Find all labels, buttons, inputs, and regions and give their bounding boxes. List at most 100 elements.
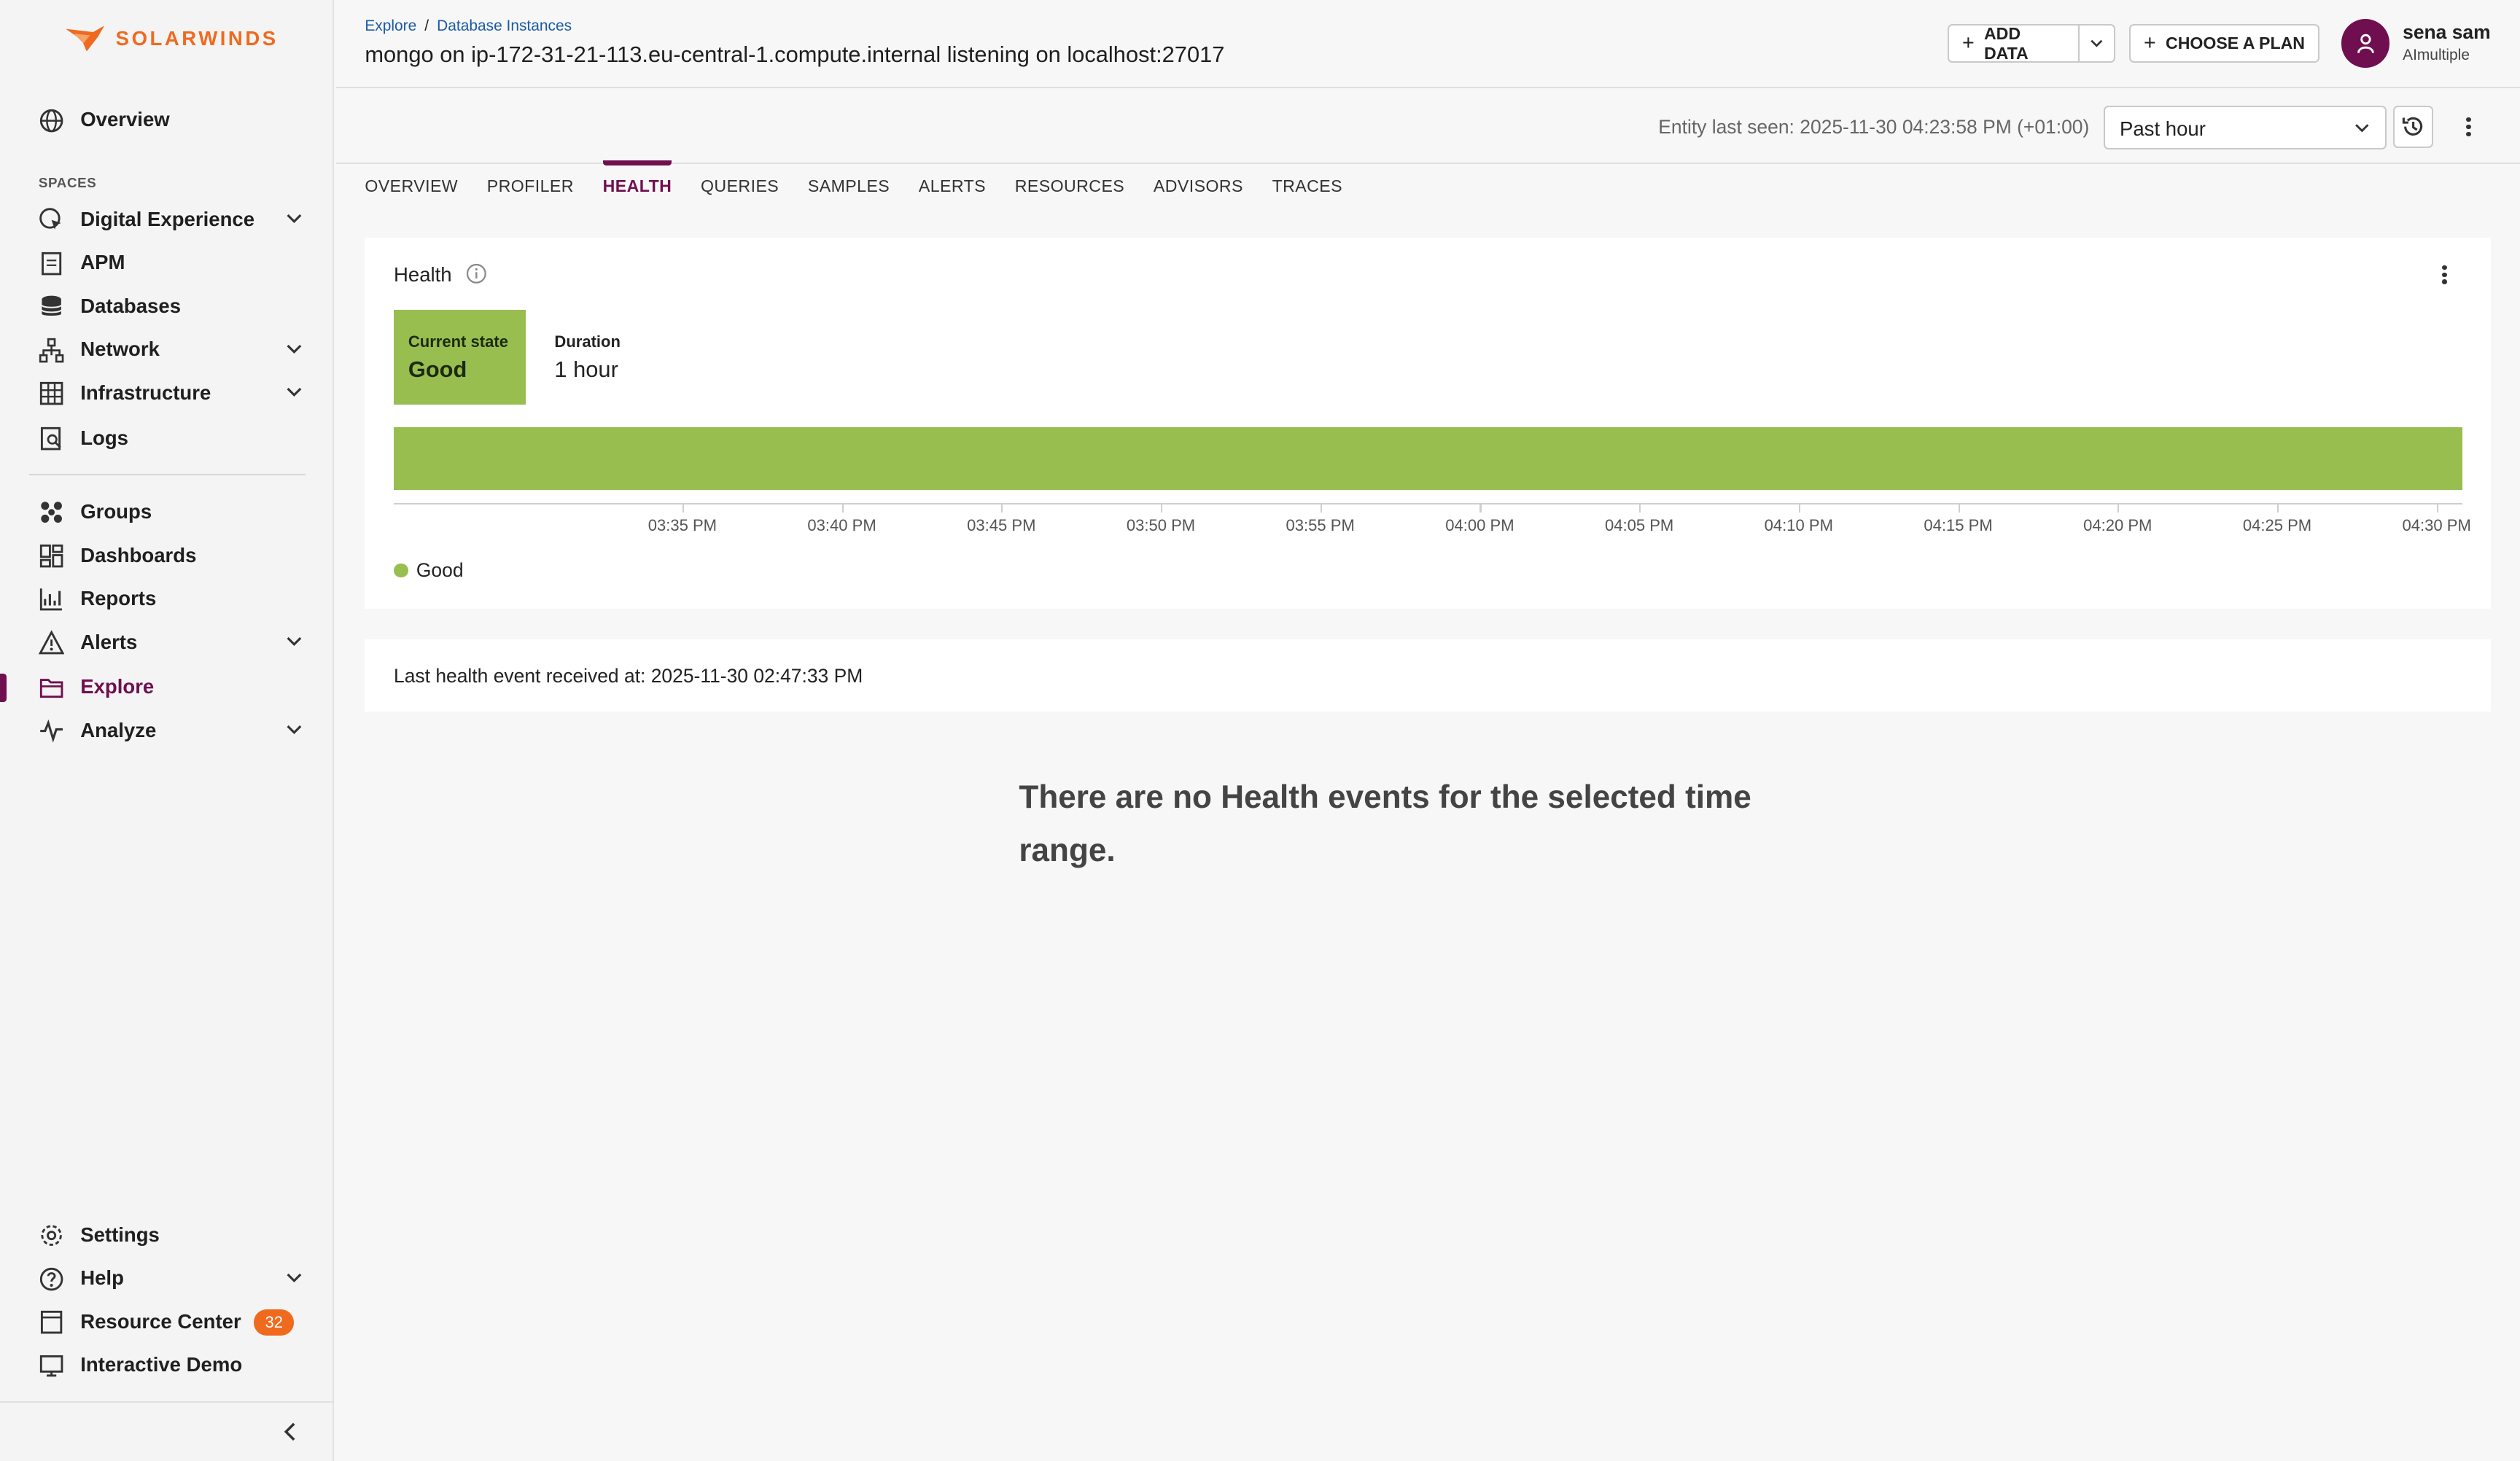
x-axis-tick-label: 03:40 PM <box>807 515 876 534</box>
breadcrumb-separator: / <box>424 17 429 35</box>
tab-samples[interactable]: SAMPLES <box>808 164 890 209</box>
user-icon <box>2357 34 2374 54</box>
history-icon <box>2402 117 2422 136</box>
sidebar-item-network[interactable]: Network <box>0 328 334 372</box>
sidebar-item-resource-center[interactable]: Resource Center 32 <box>0 1300 334 1344</box>
current-state-box: Current state Good <box>394 310 526 405</box>
tab-queries[interactable]: QUERIES <box>701 164 779 209</box>
x-axis-tick <box>1160 502 1163 513</box>
x-axis-tick <box>1479 502 1482 513</box>
book-icon <box>40 1311 63 1334</box>
duration-label: Duration <box>554 332 621 351</box>
sidebar: SOLARWINDS Overview SPACES Digital Exper… <box>0 0 335 1461</box>
tab-health[interactable]: HEALTH <box>602 160 672 209</box>
x-axis-tick <box>2436 502 2438 513</box>
x-axis-tick-label: 04:15 PM <box>1924 515 1993 534</box>
tab-traces[interactable]: TRACES <box>1272 164 1342 209</box>
tab-resources[interactable]: RESOURCES <box>1015 164 1124 209</box>
current-state-value: Good <box>408 356 467 382</box>
sidebar-item-label: Databases <box>80 294 182 317</box>
pulse-icon <box>40 720 63 743</box>
add-data-dropdown-button[interactable] <box>2077 24 2115 63</box>
card-more-options-icon[interactable] <box>2433 263 2456 286</box>
chevron-down-icon <box>287 214 302 224</box>
x-axis-tick-label: 04:30 PM <box>2402 515 2471 534</box>
legend-label-good: Good <box>416 559 464 582</box>
sidebar-item-interactive-demo[interactable]: Interactive Demo <box>0 1344 334 1387</box>
time-history-button[interactable] <box>2392 106 2433 148</box>
tab-profiler[interactable]: PROFILER <box>487 164 574 209</box>
breadcrumb-database-instances-link[interactable]: Database Instances <box>437 17 572 35</box>
sidebar-item-label: Resource Center <box>80 1309 241 1333</box>
user-organization: AImultiple <box>2403 46 2470 63</box>
avatar <box>2341 19 2390 68</box>
sidebar-item-databases[interactable]: Databases <box>0 284 334 328</box>
last-health-event-text: Last health event received at: 2025-11-3… <box>394 665 863 687</box>
time-range-select[interactable]: Past hour <box>2104 106 2387 149</box>
database-icon <box>41 295 62 316</box>
time-range-value: Past hour <box>2119 117 2206 140</box>
notification-badge: 32 <box>254 1309 295 1336</box>
x-axis-tick-label: 03:50 PM <box>1126 515 1196 534</box>
x-axis-tick-label: 04:25 PM <box>2242 515 2312 534</box>
duration-block: Duration 1 hour <box>554 332 621 383</box>
chevron-down-icon <box>287 636 302 647</box>
duration-value: 1 hour <box>554 356 618 382</box>
page-header: Explore / Database Instances mongo on ip… <box>335 0 2520 89</box>
chart-icon <box>39 588 62 611</box>
more-options-icon[interactable] <box>2457 116 2480 139</box>
sidebar-item-overview[interactable]: Overview <box>0 98 334 141</box>
user-menu[interactable]: sena sam AImultiple <box>2341 19 2491 68</box>
tab-bar: OVERVIEW PROFILER HEALTH QUERIES SAMPLES… <box>365 160 1371 209</box>
x-axis-tick <box>1001 502 1003 513</box>
sidebar-item-infrastructure[interactable]: Infrastructure <box>0 371 334 415</box>
sidebar-item-label: Settings <box>80 1223 160 1246</box>
x-axis-tick-label: 03:45 PM <box>967 515 1036 534</box>
sidebar-item-label: Alerts <box>80 630 138 653</box>
choose-plan-button[interactable]: + CHOOSE A PLAN <box>2129 24 2319 63</box>
sidebar-item-help[interactable]: Help <box>0 1257 334 1301</box>
x-axis-tick <box>682 502 685 513</box>
sidebar-item-label: Network <box>80 338 160 361</box>
x-axis-tick <box>2118 502 2120 513</box>
globe-icon <box>39 109 63 133</box>
collapse-sidebar-icon[interactable] <box>276 1417 306 1446</box>
sidebar-item-apm[interactable]: APM <box>0 241 334 285</box>
sidebar-item-reports[interactable]: Reports <box>0 577 334 620</box>
legend-swatch-good <box>394 563 408 578</box>
sidebar-item-groups[interactable]: Groups <box>0 490 334 534</box>
sidebar-item-explore[interactable]: Explore <box>0 665 334 709</box>
chart-legend: Good <box>394 559 464 582</box>
sidebar-item-logs[interactable]: Logs <box>0 416 334 460</box>
sidebar-item-settings[interactable]: Settings <box>0 1213 334 1257</box>
plus-icon: + <box>1961 31 1975 55</box>
solarwinds-logo[interactable]: SOLARWINDS <box>64 24 279 53</box>
gear-icon <box>41 1225 62 1247</box>
spaces-section-label: SPACES <box>38 175 97 191</box>
health-bar-good[interactable] <box>394 427 2462 491</box>
sidebar-item-label: Infrastructure <box>80 381 211 404</box>
x-axis-tick-label: 04:05 PM <box>1604 515 1674 534</box>
tab-advisors[interactable]: ADVISORS <box>1154 164 1243 209</box>
x-axis-tick-label: 04:20 PM <box>2083 515 2152 534</box>
breadcrumb-explore-link[interactable]: Explore <box>365 17 416 35</box>
sidebar-item-label: Explore <box>80 675 155 698</box>
add-data-button[interactable]: + ADD DATA <box>1948 24 2080 63</box>
breadcrumb: Explore / Database Instances <box>365 17 572 35</box>
sidebar-item-label: Digital Experience <box>80 207 255 230</box>
x-axis-tick <box>1639 502 1641 513</box>
sidebar-item-label: Dashboards <box>80 543 197 566</box>
tab-overview[interactable]: OVERVIEW <box>365 164 458 209</box>
sidebar-item-alerts[interactable]: Alerts <box>0 620 334 664</box>
sidebar-item-dashboards[interactable]: Dashboards <box>0 534 334 577</box>
sidebar-item-analyze[interactable]: Analyze <box>0 709 334 752</box>
info-icon[interactable] <box>466 263 487 284</box>
tab-alerts[interactable]: ALERTS <box>919 164 986 209</box>
plus-icon: + <box>2144 31 2156 55</box>
grid-icon <box>39 382 63 405</box>
x-axis-tick <box>841 502 844 513</box>
sidebar-item-label: Interactive Demo <box>80 1353 243 1376</box>
sidebar-item-digital-experience[interactable]: Digital Experience <box>0 198 334 241</box>
entity-last-seen: Entity last seen: 2025-11-30 04:23:58 PM… <box>1658 115 2090 138</box>
empty-state-message: There are no Health events for the selec… <box>1019 779 1751 868</box>
